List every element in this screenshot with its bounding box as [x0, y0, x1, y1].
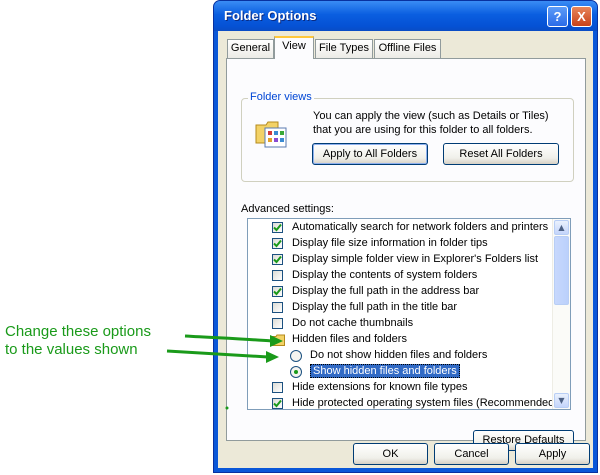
scroll-down-button[interactable]: ▼ — [554, 393, 569, 408]
list-item-label: Automatically search for network folders… — [292, 221, 549, 233]
view-tab-panel: Folder views You can apply the view (suc… — [226, 58, 586, 451]
list-item-label: Do not show hidden files and folders — [310, 349, 488, 361]
close-button[interactable]: X — [571, 6, 592, 27]
title-bar[interactable]: Folder Options ? X — [214, 1, 597, 31]
annotation-line-2: to the values shown — [5, 341, 138, 358]
tab-view[interactable]: View — [274, 36, 314, 59]
radio-button[interactable] — [290, 350, 302, 362]
folder-icon — [271, 334, 285, 346]
folder-views-label: Folder views — [248, 91, 314, 103]
window-title: Folder Options — [224, 8, 317, 23]
list-item-label: Display the full path in the address bar — [292, 285, 480, 297]
checkbox[interactable] — [272, 318, 283, 329]
list-item-label: Hide protected operating system files (R… — [292, 397, 558, 409]
radio-button[interactable] — [290, 366, 302, 378]
folder-views-group: Folder views You can apply the view (suc… — [241, 91, 574, 182]
checkbox[interactable] — [272, 302, 283, 313]
list-item[interactable]: Hide protected operating system files (R… — [248, 396, 558, 409]
list-item-label: Do not cache thumbnails — [292, 317, 414, 329]
scroll-thumb[interactable] — [554, 236, 569, 305]
list-item[interactable]: Display the contents of system folders — [248, 268, 554, 284]
list-item[interactable]: Hidden files and folders — [248, 332, 554, 348]
radio-selected-dot — [294, 370, 298, 374]
folder-options-window: Folder Options ? X General View File Typ… — [213, 0, 598, 473]
checkbox[interactable] — [272, 270, 283, 281]
list-item[interactable]: Hide extensions for known file types — [248, 380, 554, 396]
annotation-line-1: Change these options — [5, 323, 151, 340]
help-button[interactable]: ? — [547, 6, 568, 27]
vertical-scrollbar[interactable]: ▲ ▼ — [552, 219, 570, 409]
list-item[interactable]: Display the full path in the title bar — [248, 300, 554, 316]
list-item[interactable]: Do not show hidden files and folders — [248, 348, 554, 364]
list-item-label: Display the full path in the title bar — [292, 301, 458, 313]
checkbox[interactable] — [272, 254, 283, 265]
tab-general[interactable]: General — [227, 39, 274, 58]
list-item[interactable]: Show hidden files and folders — [248, 364, 554, 380]
list-item[interactable]: Automatically search for network folders… — [248, 220, 554, 236]
scroll-up-button[interactable]: ▲ — [554, 220, 569, 235]
cancel-button[interactable]: Cancel — [434, 443, 509, 465]
list-item[interactable]: Display simple folder view in Explorer's… — [248, 252, 554, 268]
apply-to-all-folders-button[interactable]: Apply to All Folders — [312, 143, 428, 165]
dialog-client: General View File Types Offline Files Fo… — [218, 31, 593, 468]
list-item-label: Display simple folder view in Explorer's… — [292, 253, 539, 265]
list-item[interactable]: Display the full path in the address bar — [248, 284, 554, 300]
checkbox[interactable] — [272, 382, 283, 393]
folder-views-description: You can apply the view (such as Details … — [313, 110, 549, 136]
tab-offline-files[interactable]: Offline Files — [374, 39, 441, 58]
list-item-label: Hide extensions for known file types — [292, 381, 468, 393]
advanced-settings-list[interactable]: Automatically search for network folders… — [247, 218, 571, 410]
list-item[interactable]: Do not cache thumbnails — [248, 316, 554, 332]
checkbox[interactable] — [272, 398, 283, 409]
checkbox[interactable] — [272, 286, 283, 297]
checkbox[interactable] — [272, 222, 283, 233]
reset-all-folders-button[interactable]: Reset All Folders — [443, 143, 559, 165]
list-item-label: Display file size information in folder … — [292, 237, 488, 249]
list-item[interactable]: Display file size information in folder … — [248, 236, 554, 252]
list-item-label: Hidden files and folders — [292, 333, 407, 345]
ok-button[interactable]: OK — [353, 443, 428, 465]
checkbox[interactable] — [272, 238, 283, 249]
list-item-label: Display the contents of system folders — [292, 269, 478, 281]
apply-button[interactable]: Apply — [515, 443, 590, 465]
list-item-label: Show hidden files and folders — [310, 364, 460, 378]
annotation-text: Change these options to the values shown — [5, 323, 151, 359]
tab-file-types[interactable]: File Types — [315, 39, 373, 58]
folder-views-icon — [254, 115, 288, 149]
advanced-settings-label: Advanced settings: — [241, 203, 334, 215]
